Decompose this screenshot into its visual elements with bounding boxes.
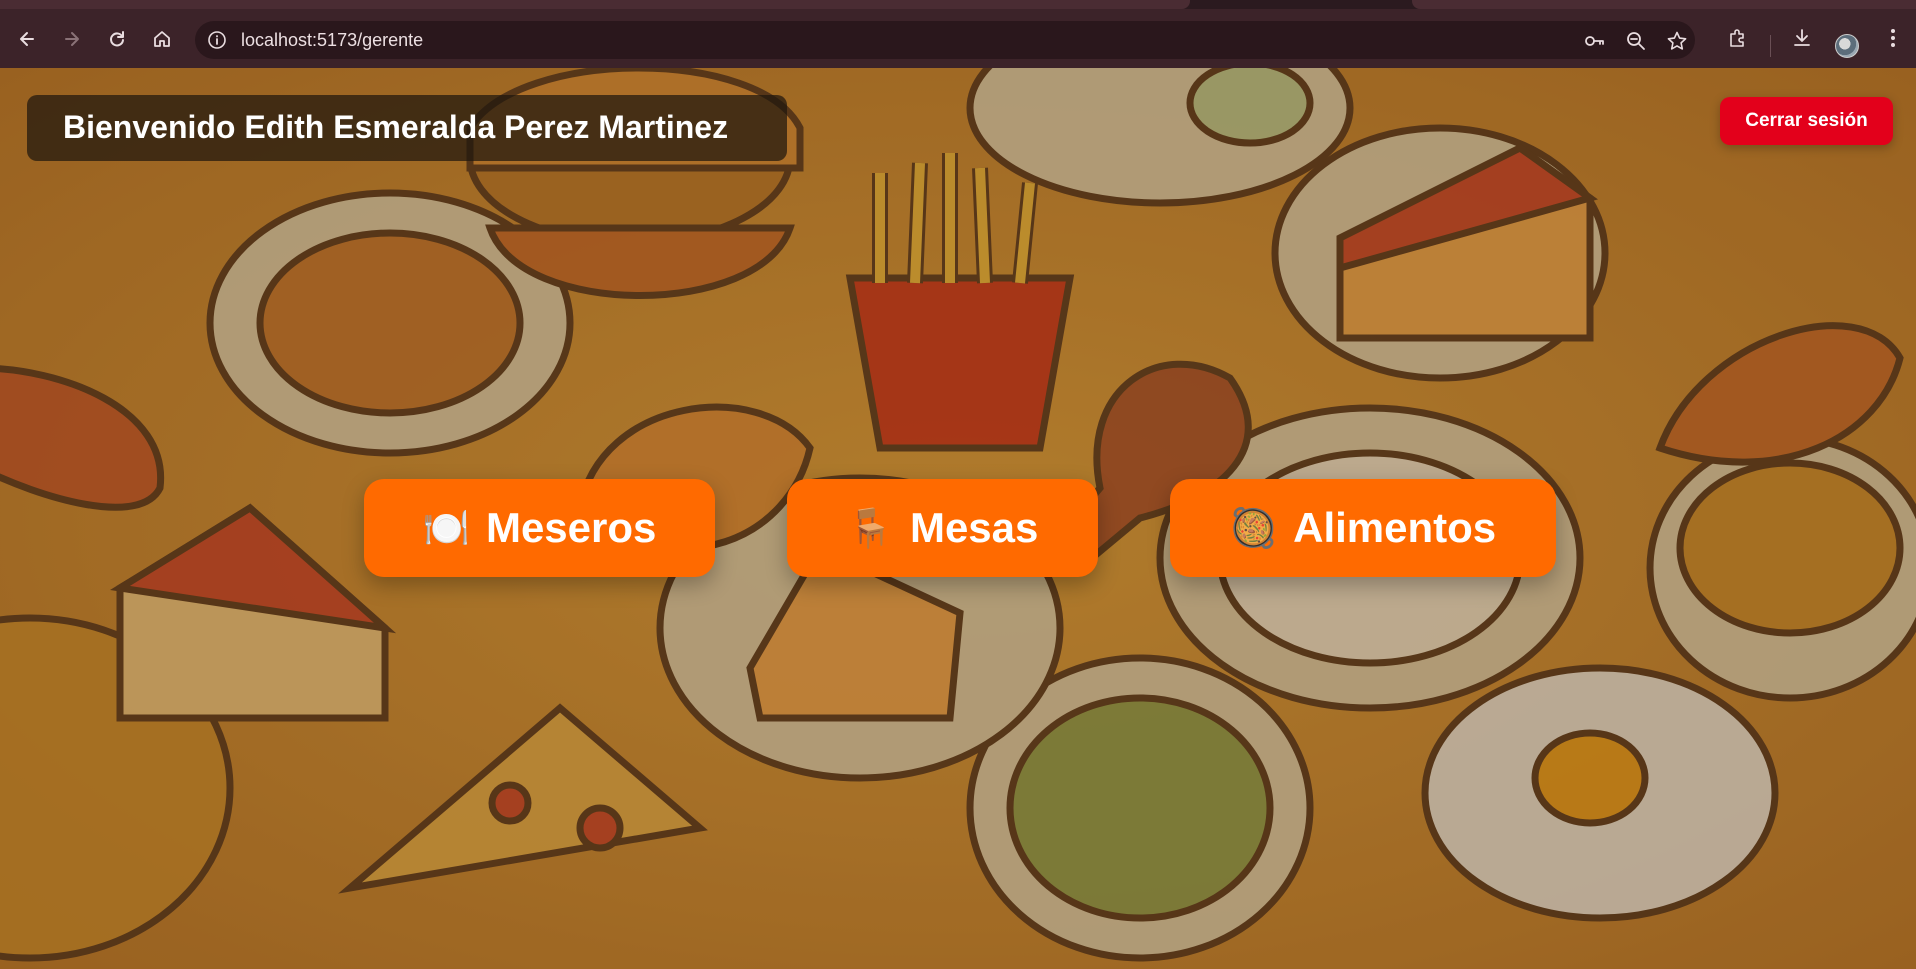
address-bar[interactable]: localhost:5173/gerente (195, 21, 1695, 59)
site-info-icon[interactable] (207, 30, 227, 50)
zoom-icon[interactable] (1625, 30, 1647, 52)
welcome-text: Bienvenido Edith Esmeralda Perez Martine… (63, 109, 729, 145)
star-icon[interactable] (1666, 30, 1688, 52)
profile-avatar[interactable] (1835, 34, 1859, 58)
mesas-button[interactable]: 🪑 Mesas (787, 479, 1098, 577)
chair-icon: 🪑 (846, 506, 894, 550)
meseros-button[interactable]: 🍽️ Meseros (364, 479, 715, 577)
reload-icon[interactable] (101, 23, 133, 55)
key-icon[interactable] (1583, 30, 1605, 52)
toolbar-divider (1770, 35, 1771, 57)
menu-dots-icon[interactable] (1880, 25, 1906, 51)
forward-icon[interactable] (56, 23, 88, 55)
mesas-label: Mesas (909, 504, 1039, 551)
tab-active[interactable] (0, 0, 1190, 9)
browser-toolbar: localhost:5173/gerente (0, 9, 1916, 68)
plate-icon: 🍽️ (422, 506, 470, 550)
tab-strip (0, 0, 1916, 9)
page-viewport: Bienvenido Edith Esmeralda Perez Martine… (0, 68, 1916, 969)
back-icon[interactable] (11, 23, 43, 55)
extensions-icon[interactable] (1725, 25, 1751, 51)
food-pot-icon: 🥘 (1229, 506, 1278, 550)
alimentos-label: Alimentos (1293, 504, 1497, 551)
home-icon[interactable] (146, 23, 178, 55)
url-text[interactable]: localhost:5173/gerente (241, 21, 423, 59)
welcome-banner: Bienvenido Edith Esmeralda Perez Martine… (27, 95, 787, 161)
alimentos-button[interactable]: 🥘 Alimentos (1170, 479, 1556, 577)
tab-inactive[interactable] (1412, 0, 1916, 9)
download-icon[interactable] (1789, 25, 1815, 51)
meseros-label: Meseros (485, 504, 657, 551)
logout-button[interactable]: Cerrar sesión (1720, 97, 1893, 145)
